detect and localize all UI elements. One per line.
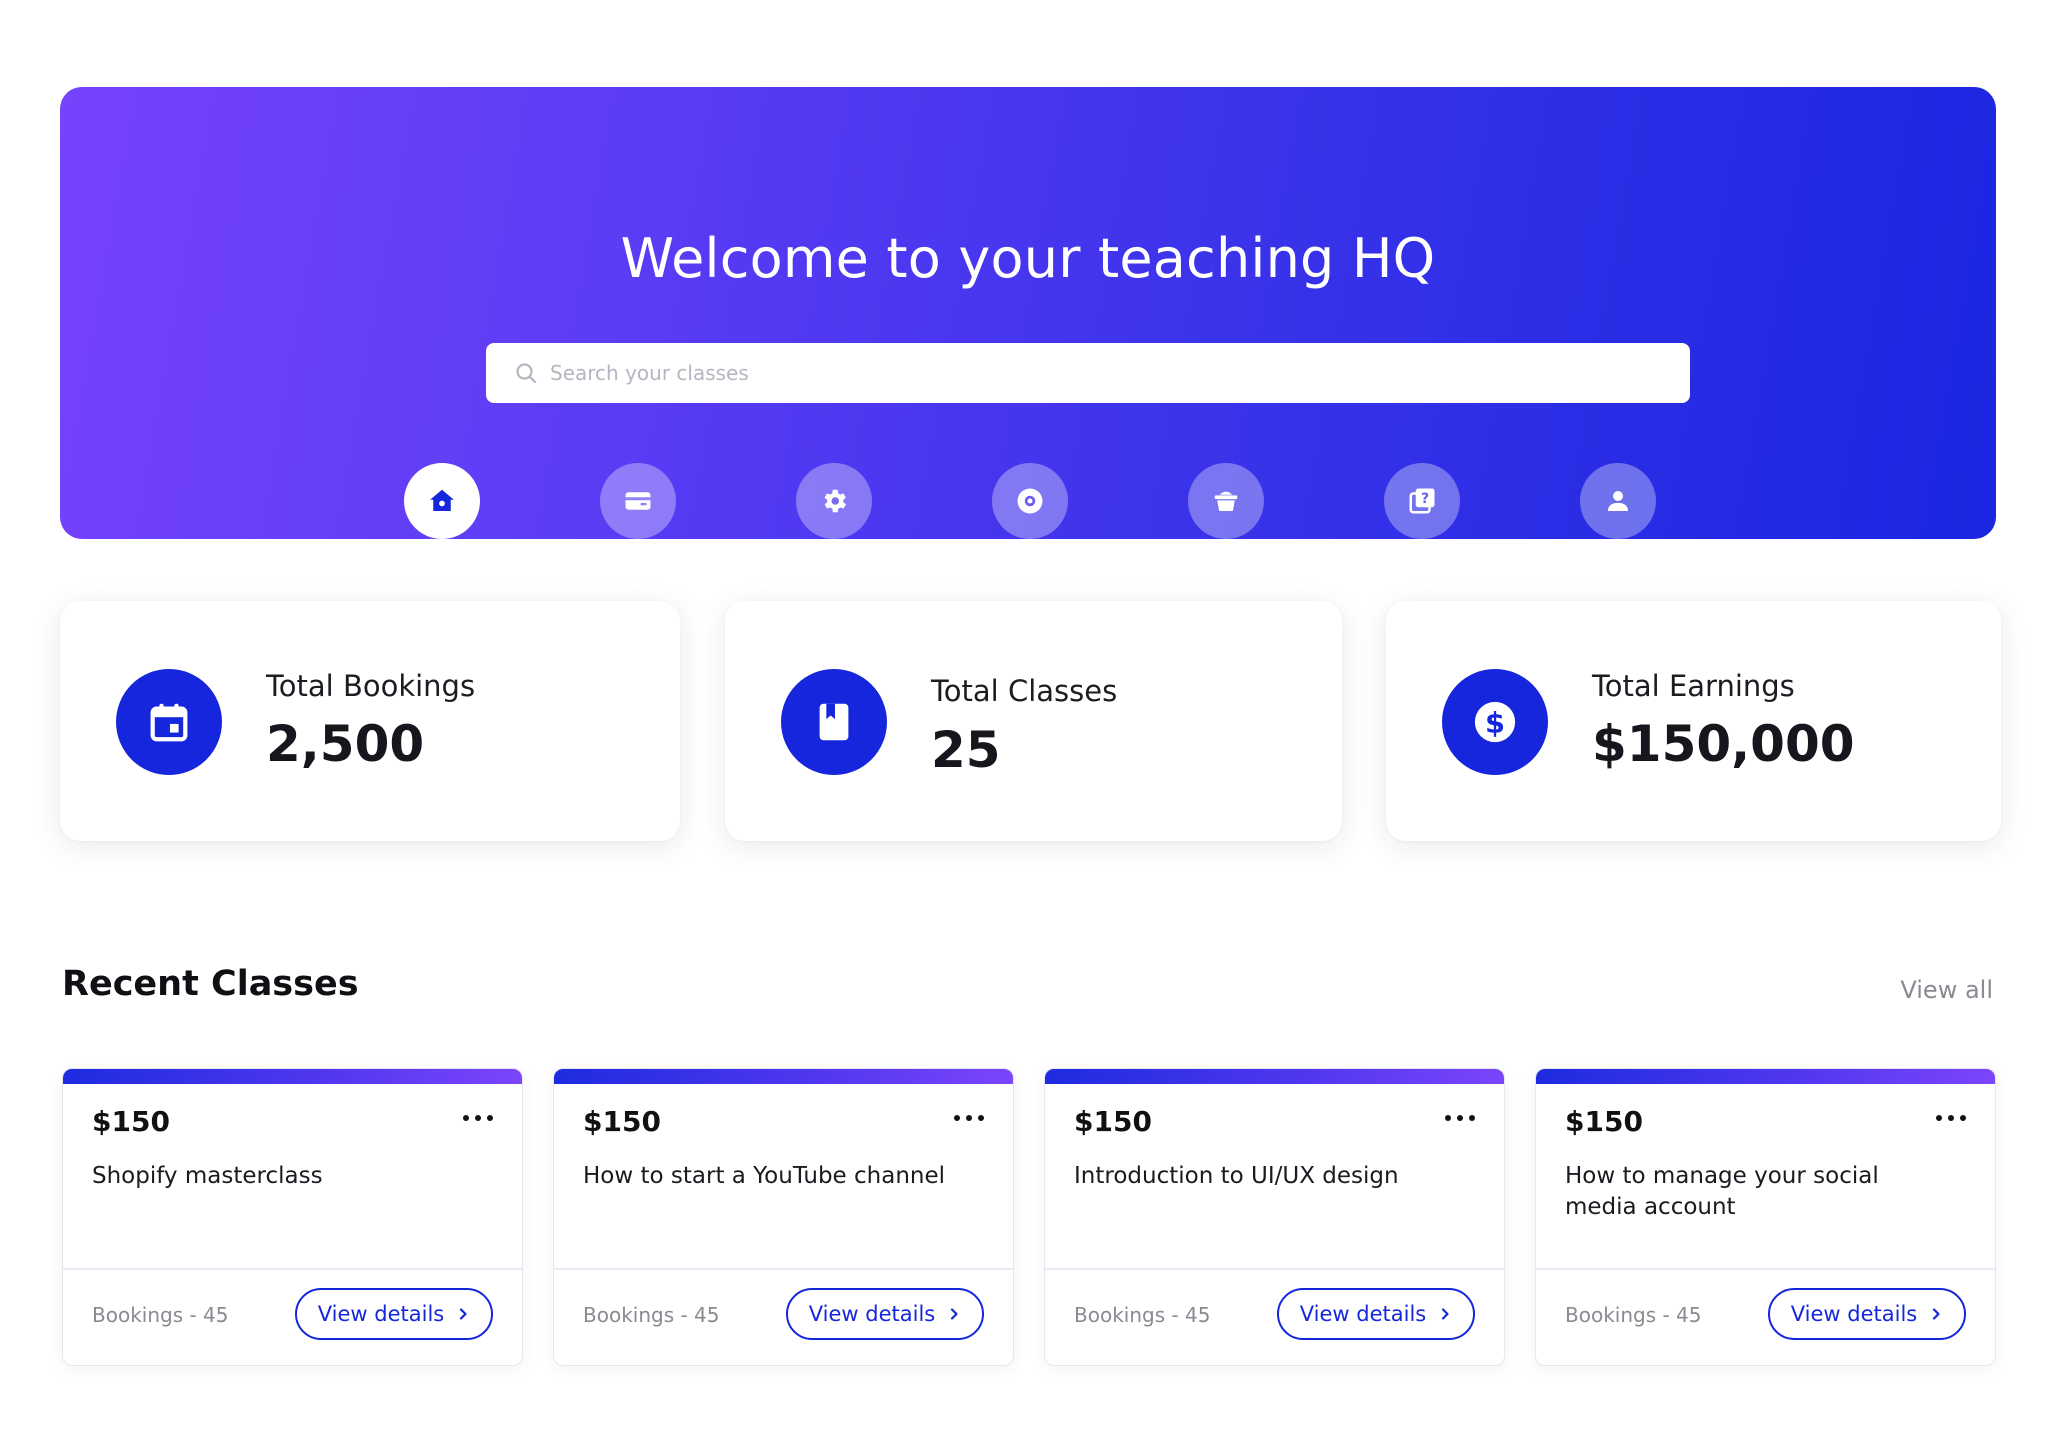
stat-icon-wrap (781, 669, 887, 775)
user-icon (1608, 491, 1628, 511)
stat-label: Total Earnings (1592, 669, 1795, 703)
nav-icon-button-recordings[interactable] (992, 463, 1068, 539)
quiz-icon: ? (1409, 488, 1435, 514)
view-details-label: View details (1790, 1302, 1918, 1326)
nav-icon-button-integrations[interactable] (796, 463, 872, 539)
more-options-icon[interactable] (954, 1111, 984, 1125)
svg-text:$: $ (1485, 706, 1505, 740)
svg-text:?: ? (1421, 491, 1429, 507)
divider (1045, 1268, 1504, 1270)
nav-icon-button-quizzes[interactable]: ? (1384, 463, 1460, 539)
stat-value: 2,500 (266, 715, 425, 773)
home-icon (430, 489, 454, 511)
chevron-right-icon (460, 1308, 467, 1320)
dollar-icon: $ (1474, 701, 1516, 743)
stat-icon-wrap (116, 669, 222, 775)
divider (554, 1268, 1013, 1270)
view-details-button[interactable]: View details (295, 1288, 493, 1340)
section-title-recent-classes: Recent Classes (62, 964, 359, 1004)
nav-icon-button-home[interactable] (404, 463, 480, 539)
hero-banner: Welcome to your teaching HQ Home (60, 87, 1996, 581)
class-card: $150 Introduction to UI/UX design Bookin… (1044, 1068, 1505, 1366)
class-title: Introduction to UI/UX design (1074, 1163, 1399, 1189)
nav-item-home[interactable]: Home (352, 463, 532, 581)
nav-item-settings[interactable]: Settings (1528, 463, 1708, 581)
class-card: $150 Shopify masterclass Bookings - 45 V… (62, 1068, 523, 1366)
nav-label-recordings: Recordings (963, 553, 1097, 581)
search-bar[interactable] (486, 343, 1690, 403)
class-card-accent-bar (554, 1069, 1013, 1084)
view-details-button[interactable]: View details (786, 1288, 984, 1340)
view-details-label: View details (317, 1302, 445, 1326)
class-bookings: Bookings - 45 (1074, 1303, 1211, 1327)
nav-label-payments: Payments (579, 553, 697, 581)
divider (1536, 1268, 1995, 1270)
class-bookings: Bookings - 45 (92, 1303, 229, 1327)
nav-item-integrations[interactable]: Integrations (744, 463, 924, 581)
class-card-accent-bar (1536, 1069, 1995, 1084)
book-icon (819, 703, 849, 741)
more-options-icon[interactable] (1445, 1111, 1475, 1125)
record-icon (1017, 488, 1043, 514)
more-options-icon[interactable] (463, 1111, 493, 1125)
divider (63, 1268, 522, 1270)
view-details-button[interactable]: View details (1768, 1288, 1966, 1340)
class-title: How to start a YouTube channel (583, 1163, 946, 1189)
calendar-icon (150, 703, 188, 742)
nav-label-resources: Resources (1164, 553, 1288, 581)
class-title: How to manage your social media account (1565, 1163, 1879, 1220)
class-title: Shopify masterclass (92, 1163, 323, 1189)
basket-icon (1214, 491, 1238, 511)
class-bookings: Bookings - 45 (583, 1303, 720, 1327)
class-price: $150 (1565, 1105, 1643, 1138)
gear-icon (824, 489, 846, 513)
nav-icon-button-resources[interactable] (1188, 463, 1264, 539)
nav-item-recordings[interactable]: Recordings (940, 463, 1120, 581)
class-bookings: Bookings - 45 (1565, 1303, 1702, 1327)
stat-value: 25 (931, 721, 1001, 779)
nav-item-resources[interactable]: Resources (1136, 463, 1316, 581)
class-card: $150 How to start a YouTube channel Book… (553, 1068, 1014, 1366)
view-all-link[interactable]: View all (1900, 976, 1993, 1004)
stat-card-classes: Total Classes 25 (725, 601, 1342, 841)
class-price: $150 (583, 1105, 661, 1138)
class-card-accent-bar (63, 1069, 522, 1084)
view-details-label: View details (1299, 1302, 1427, 1326)
view-details-label: View details (808, 1302, 936, 1326)
nav-icon-button-settings[interactable] (1580, 463, 1656, 539)
nav-icon-button-payments[interactable] (600, 463, 676, 539)
nav-label-home: Home (406, 553, 478, 581)
chevron-right-icon (1442, 1308, 1449, 1320)
class-price: $150 (92, 1105, 170, 1138)
view-details-button[interactable]: View details (1277, 1288, 1475, 1340)
class-card: $150 How to manage your social media acc… (1535, 1068, 1996, 1366)
more-options-icon[interactable] (1936, 1111, 1966, 1125)
search-input[interactable] (550, 361, 1650, 385)
search-icon (516, 363, 537, 384)
stat-card-earnings: $ Total Earnings $150,000 (1386, 601, 2001, 841)
nav-item-payments[interactable]: Payments (548, 463, 728, 581)
stat-icon-wrap: $ (1442, 669, 1548, 775)
credit-card-icon (625, 492, 651, 510)
stat-card-bookings: Total Bookings 2,500 (60, 601, 680, 841)
stat-label: Total Classes (931, 674, 1118, 708)
class-price: $150 (1074, 1105, 1152, 1138)
chevron-right-icon (1933, 1308, 1940, 1320)
stat-value: $150,000 (1592, 715, 1855, 773)
nav-label-integrations: Integrations (761, 553, 907, 581)
nav-item-quizzes[interactable]: ? Quizzes (1332, 463, 1512, 581)
stat-label: Total Bookings (266, 669, 476, 703)
class-card-accent-bar (1045, 1069, 1504, 1084)
page-title: Welcome to your teaching HQ (620, 227, 1436, 290)
chevron-right-icon (951, 1308, 958, 1320)
nav-label-quizzes: Quizzes (1375, 553, 1469, 581)
nav-label-settings: Settings (1568, 553, 1668, 581)
